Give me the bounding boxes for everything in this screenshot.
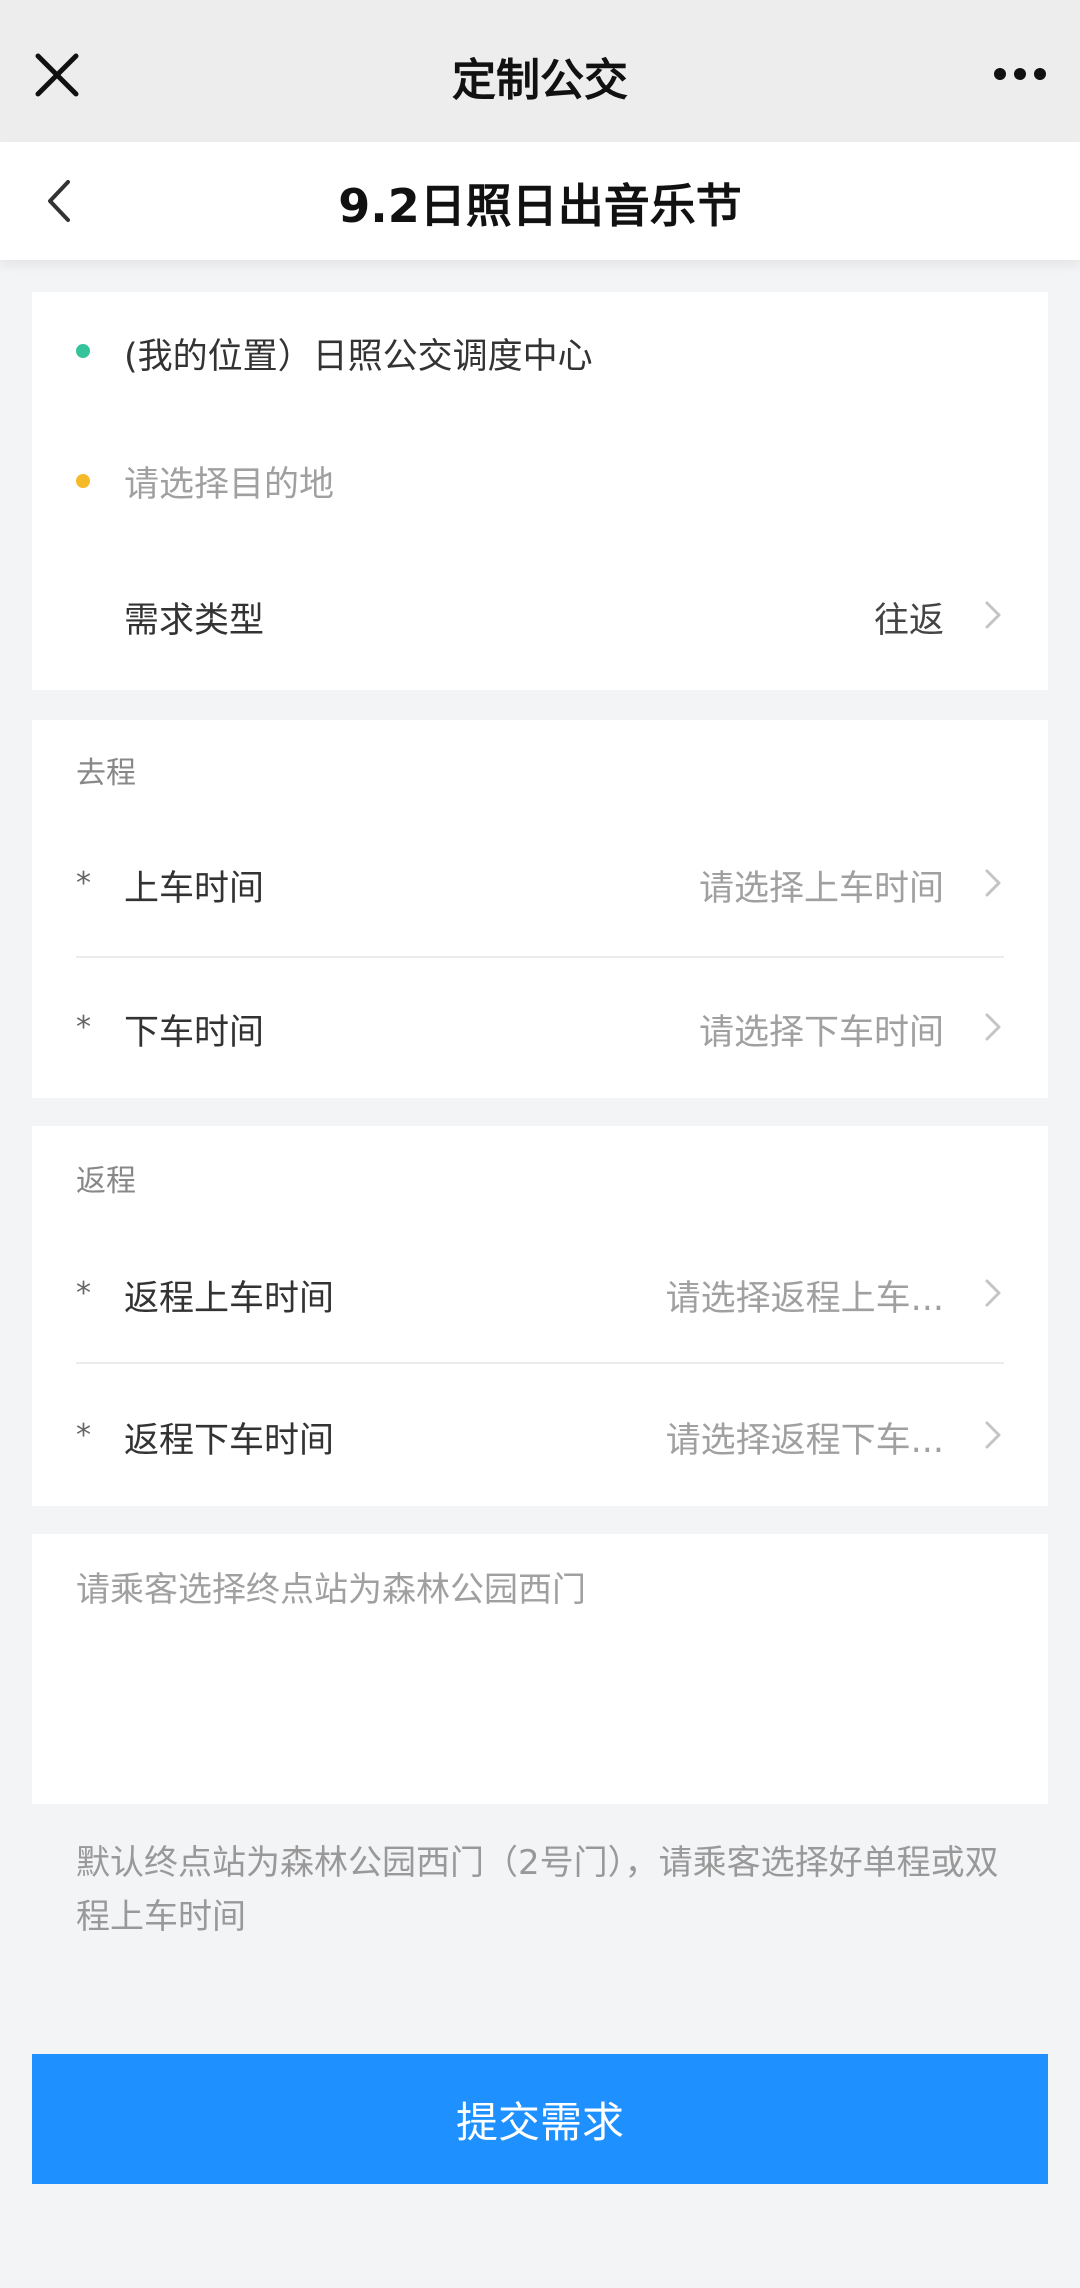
divider — [76, 956, 1004, 958]
alighting-time-field[interactable]: 请选择下车时间 — [699, 1004, 944, 1055]
boarding-time-field[interactable]: 请选择上车时间 — [699, 860, 944, 911]
origin-field[interactable]: (我的位置）日照公交调度中心 — [124, 328, 593, 379]
demand-type-value[interactable]: 往返 — [874, 592, 944, 643]
required-marker: * — [76, 866, 91, 901]
chevron-right-icon[interactable] — [984, 868, 1002, 898]
required-marker: * — [76, 1418, 91, 1453]
chevron-right-icon[interactable] — [984, 1420, 1002, 1450]
submit-button[interactable]: 提交需求 — [32, 2054, 1048, 2184]
return-section-title: 返程 — [76, 1164, 136, 1199]
destination-field[interactable]: 请选择目的地 — [124, 456, 334, 507]
page-title: 9.2日照日出音乐节 — [338, 179, 742, 233]
app-title: 定制公交 — [452, 55, 628, 106]
return-alighting-time-label: 返程下车时间 — [124, 1421, 335, 1461]
chevron-right-icon[interactable] — [984, 1278, 1002, 1308]
remarks-textarea[interactable]: 请乘客选择终点站为森林公园西门 — [76, 1562, 586, 1611]
outbound-section-title: 去程 — [76, 756, 136, 791]
chevron-right-icon[interactable] — [984, 600, 1002, 630]
remarks-card[interactable]: 请乘客选择终点站为森林公园西门 — [32, 1534, 1048, 1804]
demand-type-label: 需求类型 — [124, 601, 265, 641]
return-boarding-time-label: 返程上车时间 — [124, 1279, 335, 1319]
return-card: 返程 * 返程上车时间 请选择返程上车... * 返程下车时间 请选择返程下车.… — [32, 1126, 1048, 1506]
boarding-time-label: 上车时间 — [124, 869, 265, 909]
more-icon[interactable] — [992, 66, 1048, 82]
alighting-time-label: 下车时间 — [124, 1013, 265, 1053]
route-card: (我的位置）日照公交调度中心 请选择目的地 需求类型 往返 — [32, 292, 1048, 690]
outbound-card: 去程 * 上车时间 请选择上车时间 * 下车时间 请选择下车时间 — [32, 720, 1048, 1098]
destination-dot — [76, 474, 90, 488]
required-marker: * — [76, 1010, 91, 1045]
divider — [76, 1362, 1004, 1364]
chevron-right-icon[interactable] — [984, 1012, 1002, 1042]
nav-bar: 9.2日照日出音乐节 — [0, 142, 1080, 260]
origin-dot — [76, 344, 90, 358]
return-boarding-time-field[interactable]: 请选择返程上车... — [666, 1270, 944, 1321]
note-text: 默认终点站为森林公园西门（2号门），请乘客选择好单程或双程上车时间 — [76, 1843, 999, 1937]
top-bar: 定制公交 — [0, 0, 1080, 142]
required-marker: * — [76, 1276, 91, 1311]
return-alighting-time-field[interactable]: 请选择返程下车... — [666, 1412, 944, 1463]
